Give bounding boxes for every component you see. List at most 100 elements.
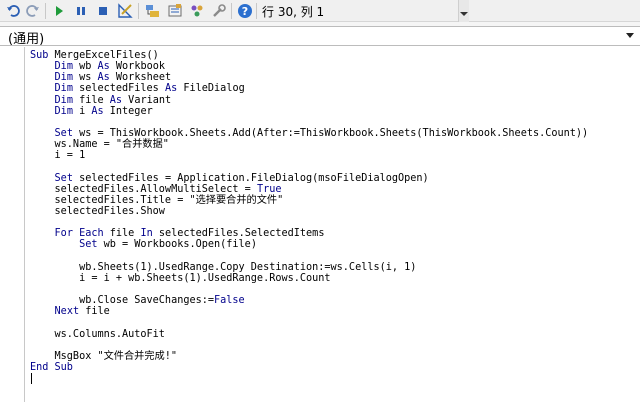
code-line[interactable]: selectedFiles.AllowMultiSelect = True [30,184,640,195]
code-text-segment: selectedFiles.Show [30,205,165,217]
code-line[interactable] [30,117,640,128]
standard-toolbar: ? 行 30, 列 1 [0,0,640,22]
code-line[interactable] [30,161,640,172]
code-line[interactable] [30,340,640,351]
code-line[interactable]: Dim file As Variant [30,95,640,106]
code-line[interactable]: Sub MergeExcelFiles() [30,50,640,61]
code-line[interactable]: i = 1 [30,150,640,161]
code-line[interactable]: Dim selectedFiles As FileDialog [30,83,640,94]
code-text-segment: ws = ThisWorkbook.Sheets.Add(After:=This… [72,127,589,139]
code-keyword: As [97,72,110,84]
code-keyword: For Each [54,228,104,240]
code-line[interactable]: End Sub [30,362,640,373]
code-text-segment: Variant [122,94,172,106]
code-text-segment: Worksheet [109,72,172,84]
code-text-segment: FileDialog [177,83,245,95]
code-keyword: False [214,295,245,307]
code-text-segment: Integer [103,105,153,117]
object-browser-icon[interactable] [188,2,206,20]
help-icon[interactable]: ? [236,2,254,20]
code-keyword: As [164,83,178,95]
code-line[interactable]: For Each file In selectedFiles.SelectedI… [30,228,640,239]
code-text-segment: ws.Columns.AutoFit [30,328,165,340]
code-text-segment: file [72,94,110,106]
code-line[interactable]: selectedFiles.Show [30,206,640,217]
redo-icon[interactable] [24,2,42,20]
stop-icon[interactable] [94,2,112,20]
code-text-segment [30,106,55,117]
code-text[interactable]: Sub MergeExcelFiles() Dim wb As Workbook… [30,50,640,384]
object-dropdown[interactable]: (通用) [0,26,640,47]
chevron-down-icon[interactable] [626,33,634,38]
code-line[interactable]: Next file [30,306,640,317]
code-text-segment [30,61,55,72]
code-line[interactable] [30,251,640,262]
code-line[interactable]: Set wb = Workbooks.Open(file) [30,239,640,250]
code-text-segment [30,72,55,83]
code-line[interactable]: ws.Name = "合并数据" [30,139,640,150]
code-keyword: Set [54,127,73,139]
code-text-segment [30,239,79,250]
code-editor[interactable]: Sub MergeExcelFiles() Dim wb As Workbook… [0,47,640,402]
code-line[interactable] [30,317,640,328]
code-line[interactable]: Dim ws As Worksheet [30,72,640,83]
code-line[interactable] [30,217,640,228]
cursor-position-status: 行 30, 列 1 [262,5,325,19]
code-text-segment: Workbook [109,61,165,73]
code-keyword: Set [79,239,98,251]
properties-icon[interactable] [166,2,184,20]
code-text-segment: i = 1 [30,150,86,162]
code-text-segment: i = i + wb.Sheets(1).UsedRange.Rows.Coun… [30,272,331,284]
code-keyword: As [109,94,123,106]
code-text-segment: wb = Workbooks.Open(file) [97,239,257,251]
code-line[interactable]: selectedFiles.Title = "选择要合并的文件" [30,195,640,206]
code-keyword: Dim [54,105,73,117]
design-mode-icon[interactable] [116,2,134,20]
code-keyword: Dim [54,72,73,84]
code-line[interactable]: Set selectedFiles = Application.FileDial… [30,173,640,184]
code-text-segment: i [72,105,92,117]
code-line[interactable]: Dim wb As Workbook [30,61,640,72]
code-line[interactable]: i = i + wb.Sheets(1).UsedRange.Rows.Coun… [30,273,640,284]
code-keyword: Set [54,172,73,184]
code-line[interactable]: ws.Columns.AutoFit [30,329,640,340]
code-text-segment [30,83,55,94]
code-text-segment [30,95,55,106]
code-line[interactable]: Set ws = ThisWorkbook.Sheets.Add(After:=… [30,128,640,139]
text-cursor [31,373,32,384]
code-keyword: In [140,228,153,240]
svg-text:?: ? [242,5,248,18]
code-line[interactable]: wb.Sheets(1).UsedRange.Copy Destination:… [30,262,640,273]
run-icon[interactable] [50,2,68,20]
chevron-down-icon [460,12,468,16]
code-keyword: End Sub [30,361,73,373]
code-keyword: Next [54,306,80,318]
code-keyword: Dim [54,94,73,106]
toolbar-overflow-button[interactable] [458,0,469,22]
margin-indicator-bar[interactable] [0,47,25,402]
code-line[interactable]: MsgBox "文件合并完成!" [30,351,640,362]
code-text-segment [30,173,55,184]
code-keyword: As [91,105,104,117]
toolbox-icon[interactable] [210,2,228,20]
undo-icon[interactable] [4,2,22,20]
code-text-segment: ws [72,72,98,84]
code-text-segment [30,228,55,239]
code-line[interactable] [30,373,640,384]
code-line[interactable]: wb.Close SaveChanges:=False [30,295,640,306]
pause-icon[interactable] [72,2,90,20]
code-line[interactable]: Dim i As Integer [30,106,640,117]
code-text-segment: selectedFiles.AllowMultiSelect = [30,183,257,195]
code-text-segment: selectedFiles.SelectedItems [152,228,325,240]
code-text-segment: MsgBox "文件合并完成!" [30,350,177,362]
code-text-segment: file [103,228,141,240]
code-text-segment: selectedFiles [72,83,165,95]
code-line[interactable] [30,284,640,295]
code-keyword: As [97,61,110,73]
code-keyword: True [256,183,282,195]
code-keyword: Dim [54,61,73,73]
code-keyword: Sub [30,50,49,61]
project-explorer-icon[interactable] [144,2,162,20]
code-text-segment [30,306,55,317]
object-dropdown-value: (通用) [8,32,45,47]
